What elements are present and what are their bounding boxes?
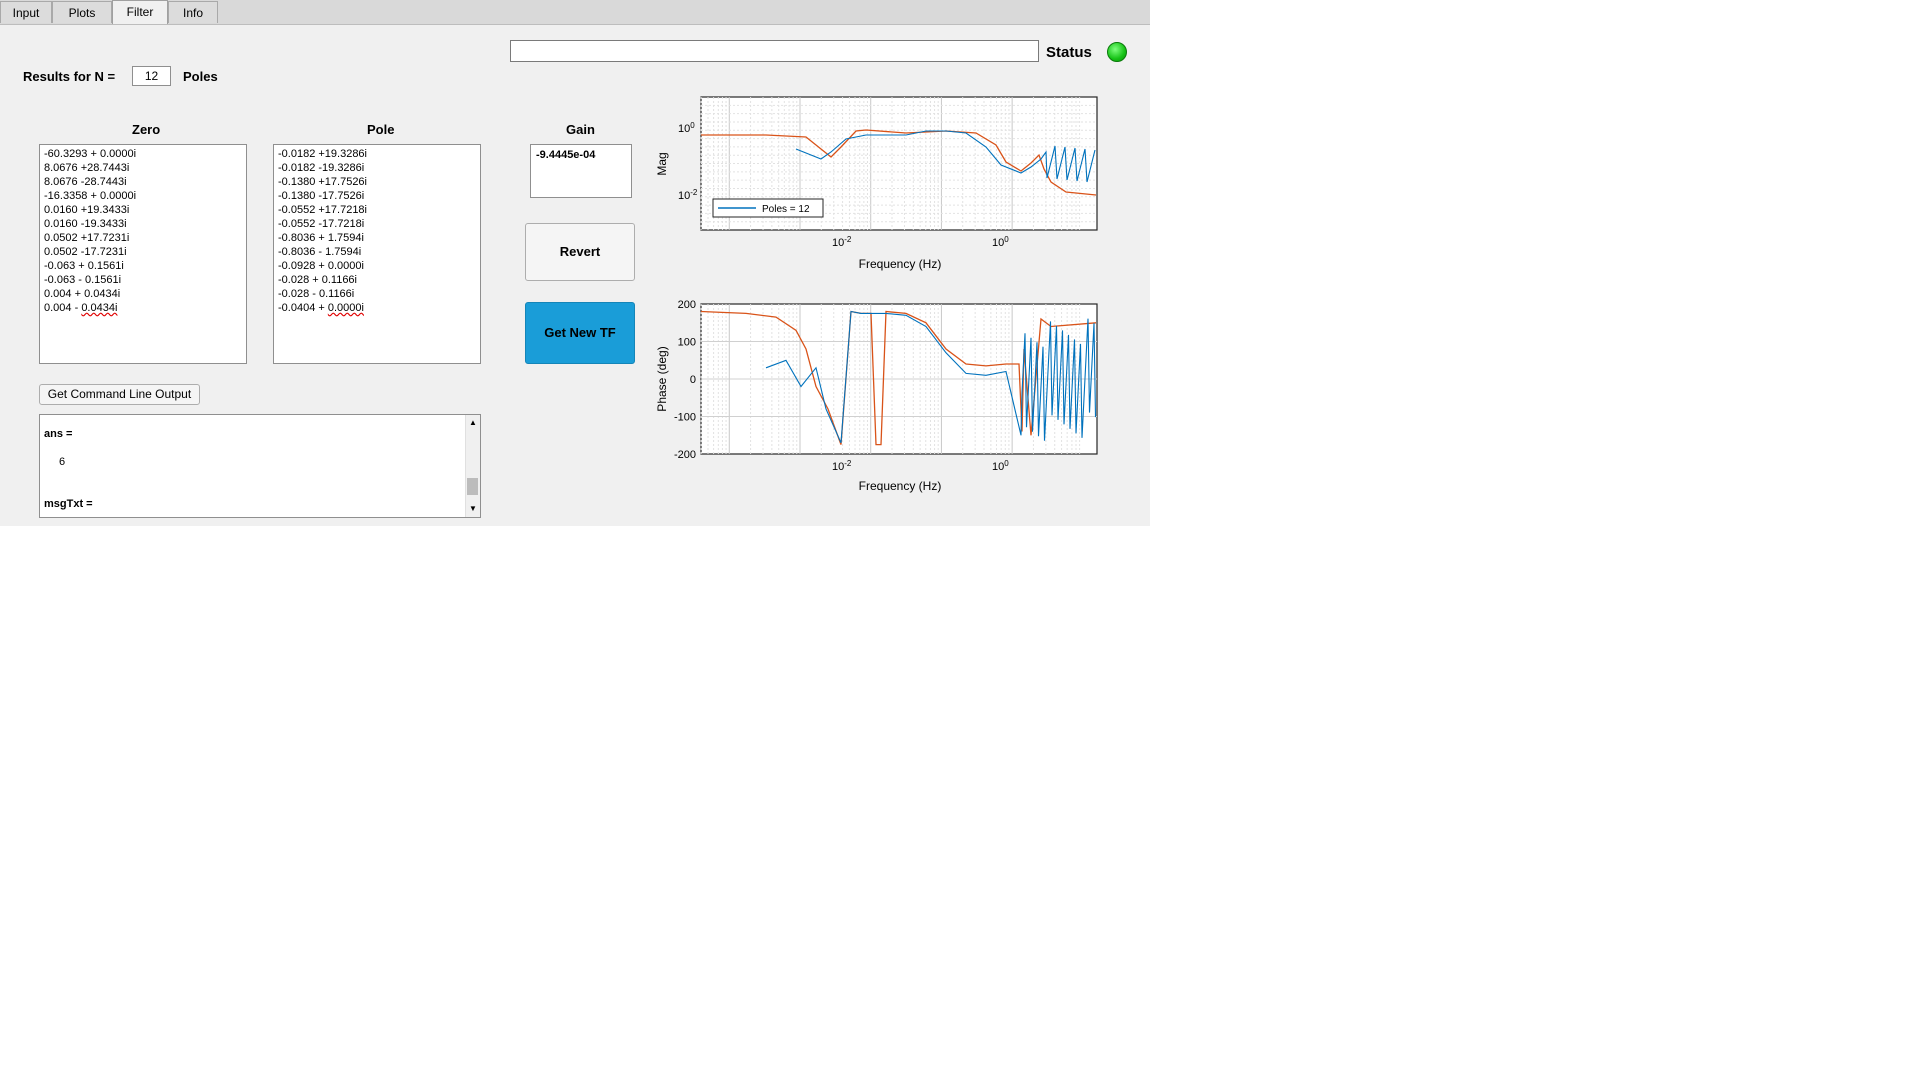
- zero-list-item[interactable]: 8.0676 +28.7443i: [44, 161, 246, 175]
- console-line: 6: [59, 456, 66, 468]
- revert-button[interactable]: Revert: [525, 223, 635, 281]
- phase-ytick: 100: [678, 337, 696, 349]
- tab-plots[interactable]: Plots: [52, 1, 112, 23]
- phase-yticks: 200 100 0 -100 -200: [674, 299, 696, 461]
- poles-count-input[interactable]: 12: [132, 66, 171, 86]
- zero-list-item[interactable]: 8.0676 -28.7443i: [44, 175, 246, 189]
- console-scrollbar[interactable]: ▲ ▼: [465, 415, 480, 517]
- app-window: Input Plots Filter Info Status Results f…: [0, 0, 1150, 526]
- gain-field[interactable]: -9.4445e-04: [530, 144, 632, 198]
- zero-list-item[interactable]: 0.004 + 0.0434i: [44, 287, 246, 301]
- zero-list-item[interactable]: -16.3358 + 0.0000i: [44, 189, 246, 203]
- pole-list[interactable]: -0.0182 +19.3286i -0.0182 -19.3286i -0.138…: [273, 144, 481, 364]
- tab-filter[interactable]: Filter: [112, 0, 168, 24]
- mag-xtick-1: 100: [992, 235, 1009, 249]
- phase-xtick-1: 100: [992, 459, 1009, 473]
- pole-list-item[interactable]: -0.0182 +19.3286i: [278, 147, 480, 161]
- scroll-up-icon[interactable]: ▲: [469, 418, 477, 427]
- pole-list-item[interactable]: -0.8036 - 1.7594i: [278, 245, 480, 259]
- magnitude-plot[interactable]: 100 10-2 10-2 100 Frequency (Hz) Mag Pol…: [646, 92, 1106, 277]
- pole-list-item[interactable]: -0.1380 +17.7526i: [278, 175, 480, 189]
- tab-input[interactable]: Input: [0, 1, 52, 23]
- phase-ytick: -200: [674, 449, 696, 461]
- phase-ytick: 200: [678, 299, 696, 311]
- console-line: msgTxt =: [44, 498, 93, 510]
- console-line: ans =: [44, 428, 73, 440]
- gain-header: Gain: [566, 122, 595, 137]
- zero-list-item[interactable]: 0.0502 -17.7231i: [44, 245, 246, 259]
- pole-list-item[interactable]: -0.0404 + 0.0000i: [278, 301, 480, 315]
- scroll-down-icon[interactable]: ▼: [469, 504, 477, 513]
- phase-ylabel: Phase (deg): [655, 346, 669, 411]
- pole-list-item[interactable]: -0.028 + 0.1166i: [278, 273, 480, 287]
- status-field[interactable]: [510, 40, 1039, 62]
- zero-list-item[interactable]: -0.063 + 0.1561i: [44, 259, 246, 273]
- legend-label: Poles = 12: [762, 204, 810, 215]
- mag-ytick-0: 100: [678, 121, 695, 135]
- pole-list-item[interactable]: -0.0552 -17.7218i: [278, 217, 480, 231]
- pole-list-item[interactable]: -0.0182 -19.3286i: [278, 161, 480, 175]
- zero-list[interactable]: -60.3293 + 0.0000i 8.0676 +28.7443i 8.0676…: [39, 144, 247, 364]
- pole-list-item[interactable]: -0.028 - 0.1166i: [278, 287, 480, 301]
- command-output-console[interactable]: ans = 6 msgTxt = ▲ ▼: [39, 414, 481, 518]
- mag-ytick-1: 10-2: [678, 188, 698, 202]
- results-suffix-label: Poles: [183, 69, 218, 84]
- get-new-tf-button[interactable]: Get New TF: [525, 302, 635, 364]
- pole-header: Pole: [367, 122, 395, 137]
- zero-list-item[interactable]: -60.3293 + 0.0000i: [44, 147, 246, 161]
- phase-ytick: -100: [674, 412, 696, 424]
- mag-legend: Poles = 12: [712, 198, 824, 218]
- get-command-line-output-button[interactable]: Get Command Line Output: [39, 384, 200, 405]
- pole-list-item[interactable]: -0.0928 + 0.0000i: [278, 259, 480, 273]
- mag-xlabel: Frequency (Hz): [859, 257, 942, 271]
- zero-list-item[interactable]: 0.0160 -19.3433i: [44, 217, 246, 231]
- phase-plot[interactable]: 2001000-100-200 10-2 100 Frequency (Hz) …: [646, 294, 1106, 499]
- phase-ytick: 0: [690, 374, 696, 386]
- tab-bar: Input Plots Filter Info: [0, 0, 1150, 25]
- zero-header: Zero: [132, 122, 161, 137]
- results-prefix-label: Results for N =: [23, 69, 116, 84]
- mag-xtick-0: 10-2: [832, 235, 852, 249]
- phase-xlabel: Frequency (Hz): [859, 479, 942, 493]
- phase-xtick-0: 10-2: [832, 459, 852, 473]
- scroll-thumb[interactable]: [467, 478, 478, 495]
- status-label: Status: [1046, 44, 1092, 61]
- zero-list-item[interactable]: 0.004 - 0.0434i: [44, 301, 246, 315]
- pole-list-item[interactable]: -0.1380 -17.7526i: [278, 189, 480, 203]
- pole-list-item[interactable]: -0.8036 + 1.7594i: [278, 231, 480, 245]
- tab-info[interactable]: Info: [168, 1, 218, 23]
- zero-list-item[interactable]: 0.0160 +19.3433i: [44, 203, 246, 217]
- zero-list-item[interactable]: 0.0502 +17.7231i: [44, 231, 246, 245]
- mag-ylabel: Mag: [655, 152, 669, 175]
- status-indicator: [1107, 42, 1127, 62]
- pole-list-item[interactable]: -0.0552 +17.7218i: [278, 203, 480, 217]
- zero-list-item[interactable]: -0.063 - 0.1561i: [44, 273, 246, 287]
